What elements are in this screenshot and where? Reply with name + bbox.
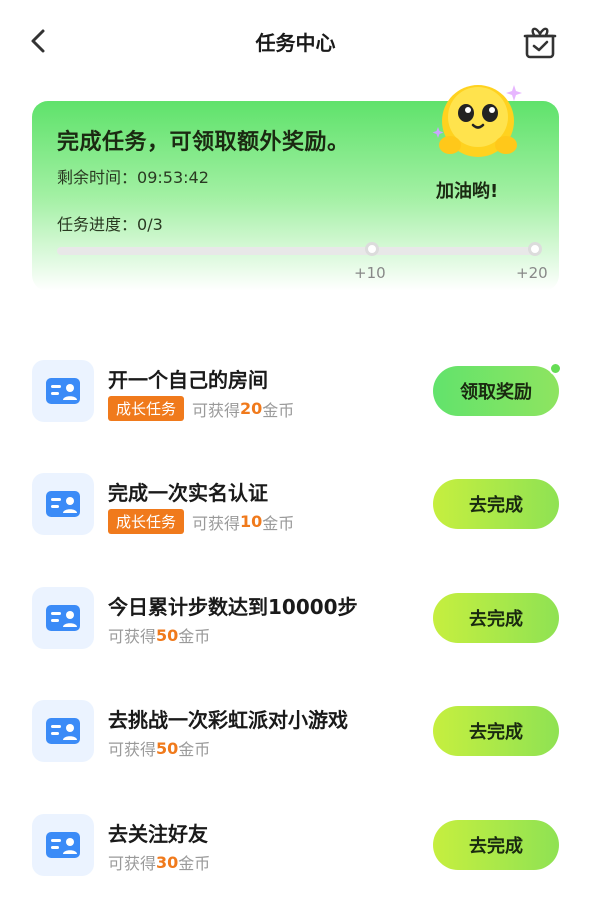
task-item: 去挑战一次彩虹派对小游戏 可获得 50 金币 去完成 bbox=[0, 698, 591, 788]
id-card-icon bbox=[46, 718, 80, 744]
reward-prefix: 可获得 bbox=[108, 740, 157, 759]
milestone-label-2: +20 bbox=[516, 264, 548, 282]
task-icon bbox=[32, 473, 94, 535]
reward-prefix: 可获得 bbox=[192, 400, 241, 420]
task-title: 开一个自己的房间 bbox=[108, 368, 268, 392]
go-complete-button[interactable]: 去完成 bbox=[433, 706, 559, 756]
id-card-icon bbox=[46, 378, 80, 404]
banner-title: 完成任务，可领取额外奖励。 bbox=[57, 130, 350, 155]
reward-suffix: 金币 bbox=[178, 627, 211, 646]
reward-suffix: 金币 bbox=[262, 513, 295, 533]
cheer-text: 加油哟! bbox=[436, 181, 499, 202]
notification-dot bbox=[549, 362, 562, 375]
go-complete-button[interactable]: 去完成 bbox=[433, 593, 559, 643]
task-icon bbox=[32, 587, 94, 649]
id-card-icon bbox=[46, 605, 80, 631]
reward-coins: 10 bbox=[240, 512, 263, 531]
remaining-time: 剩余时间：09:53:42 bbox=[57, 164, 209, 188]
time-value: 09:53:42 bbox=[137, 168, 209, 187]
milestone-label-1: +10 bbox=[354, 264, 386, 282]
progress-track bbox=[57, 247, 535, 255]
reward-suffix: 金币 bbox=[178, 854, 211, 873]
claim-reward-button[interactable]: 领取奖励 bbox=[433, 366, 559, 416]
progress-value: 0/3 bbox=[137, 215, 163, 234]
id-card-icon bbox=[46, 491, 80, 517]
task-title: 完成一次实名认证 bbox=[108, 481, 268, 505]
task-reward: 成长任务 可获得 10 金币 bbox=[108, 509, 294, 534]
milestone-dot-1 bbox=[365, 242, 379, 256]
reward-prefix: 可获得 bbox=[192, 513, 241, 533]
reward-coins: 20 bbox=[240, 399, 263, 418]
task-item: 去关注好友 可获得 30 金币 去完成 bbox=[0, 812, 591, 902]
task-title: 去关注好友 bbox=[108, 822, 208, 846]
growth-task-badge: 成长任务 bbox=[108, 396, 185, 421]
reward-prefix: 可获得 bbox=[108, 627, 157, 646]
task-item: 完成一次实名认证 成长任务 可获得 10 金币 去完成 bbox=[0, 471, 591, 561]
task-progress: 任务进度：0/3 bbox=[57, 211, 163, 235]
reward-coins: 30 bbox=[156, 852, 179, 872]
go-complete-button[interactable]: 去完成 bbox=[433, 820, 559, 870]
task-title: 去挑战一次彩虹派对小游戏 bbox=[108, 708, 348, 732]
go-complete-button[interactable]: 去完成 bbox=[433, 479, 559, 529]
reward-coins: 50 bbox=[156, 625, 179, 645]
reward-suffix: 金币 bbox=[262, 400, 295, 420]
reward-coins: 50 bbox=[156, 738, 179, 758]
task-reward: 可获得 50 金币 bbox=[108, 736, 210, 760]
progress-label: 任务进度： bbox=[57, 215, 138, 234]
task-banner: 完成任务，可领取额外奖励。 剩余时间：09:53:42 任务进度：0/3 加油哟… bbox=[32, 85, 559, 291]
time-label: 剩余时间： bbox=[57, 168, 138, 187]
gift-box-icon[interactable] bbox=[521, 22, 559, 60]
task-reward: 可获得 50 金币 bbox=[108, 623, 210, 647]
task-icon bbox=[32, 700, 94, 762]
growth-task-badge: 成长任务 bbox=[108, 509, 185, 534]
id-card-icon bbox=[46, 832, 80, 858]
page-title: 任务中心 bbox=[255, 31, 336, 55]
task-icon bbox=[32, 814, 94, 876]
task-icon bbox=[32, 360, 94, 422]
task-item: 今日累计步数达到10000步 可获得 50 金币 去完成 bbox=[0, 585, 591, 675]
task-item: 开一个自己的房间 成长任务 可获得 20 金币 领取奖励 bbox=[0, 358, 591, 448]
milestone-dot-2 bbox=[528, 242, 542, 256]
header: 任务中心 bbox=[0, 0, 591, 84]
task-reward: 可获得 30 金币 bbox=[108, 850, 210, 874]
task-title: 今日累计步数达到10000步 bbox=[108, 595, 358, 619]
reward-prefix: 可获得 bbox=[108, 854, 157, 873]
task-reward: 成长任务 可获得 20 金币 bbox=[108, 396, 294, 421]
smiley-mascot-icon bbox=[432, 85, 522, 157]
reward-suffix: 金币 bbox=[178, 740, 211, 759]
